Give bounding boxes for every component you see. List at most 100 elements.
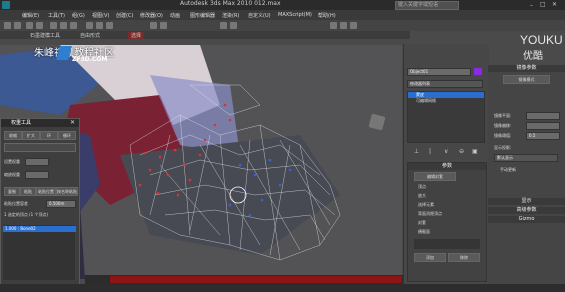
scale-icon[interactable] — [106, 22, 113, 29]
menu-item[interactable]: 帮助(H) — [318, 12, 336, 19]
app-logo-icon[interactable] — [2, 1, 10, 9]
scale-weight-field[interactable] — [25, 171, 49, 179]
select-icon[interactable] — [50, 22, 57, 29]
checkbox-select-element[interactable]: 选择元素 — [418, 202, 434, 208]
checkbox-grow[interactable]: 放大 — [418, 193, 426, 199]
redo-icon[interactable] — [14, 22, 21, 29]
remove-bone-button[interactable]: 移除 — [448, 253, 480, 262]
mirror-threshold-label: 镜像阈值: — [494, 133, 512, 138]
checkbox-cross-sections[interactable]: 横截面 — [418, 229, 430, 235]
dialog-close-icon[interactable]: ✕ — [70, 119, 75, 126]
menu-item[interactable]: 组(G) — [72, 12, 85, 19]
loop-button[interactable]: 循环 — [58, 131, 76, 140]
copy-button[interactable]: 复制 — [4, 187, 20, 196]
remove-modifier-icon[interactable]: ⊖ — [459, 148, 464, 155]
menu-item[interactable]: MAXScript(M) — [278, 12, 312, 18]
paste-by-name-button[interactable]: 按名称粘贴 — [56, 187, 78, 196]
close-icon[interactable]: ✕ — [552, 1, 557, 8]
configure-icon[interactable]: ▣ — [472, 148, 478, 155]
title-bar: Autodesk 3ds Max 2010 012.max 键入关键字或短语 –… — [0, 0, 565, 10]
youku-logo-cn: 优酷 — [523, 51, 543, 62]
undo-icon[interactable] — [4, 22, 11, 29]
mirror-offset-label: 镜像偏移: — [494, 123, 512, 128]
mirror-plane-label: 镜像平面: — [494, 113, 512, 118]
advanced-rollout[interactable]: 高级参数 — [488, 207, 565, 214]
menu-item[interactable]: 渲染(R) — [222, 12, 239, 19]
snap-icon[interactable] — [150, 22, 157, 29]
align-icon[interactable] — [230, 22, 237, 29]
selected-vertices-text: 1 选定的顶点 (1 个顶点) — [4, 212, 49, 217]
menu-item[interactable]: 修改器(O) — [140, 12, 163, 19]
show-end-result-icon[interactable]: | — [429, 148, 431, 155]
mirror-plane-field[interactable] — [526, 112, 560, 120]
youku-logo: YOUKU — [520, 33, 563, 47]
object-color-swatch[interactable] — [474, 68, 482, 75]
mirror-params-panel: 镜像参数 镜像模式 镜像平面: 镜像偏移: 镜像阈值: 0.5 显示投影: 默认… — [488, 65, 565, 284]
display-rollout[interactable]: 显示 — [488, 198, 565, 205]
add-bone-button[interactable]: 添加 — [414, 253, 446, 262]
modifier-list-dropdown[interactable]: 修改器列表 — [407, 80, 483, 88]
edit-envelopes-button[interactable]: 编辑封套 — [414, 172, 456, 181]
paste-pos-button[interactable]: 粘贴位置 — [36, 187, 56, 196]
menu-item[interactable]: 自定义(U) — [248, 12, 271, 19]
command-panel: Object01 修改器列表 蒙皮 可编辑网格 ⊥ | ∨ ⊖ ▣ 参数 编辑封… — [403, 44, 489, 284]
gizmo-rollout[interactable]: Gizmo — [488, 216, 565, 223]
bone-list[interactable] — [414, 239, 480, 249]
time-slider[interactable] — [110, 276, 402, 283]
checkbox-backface[interactable]: 背面消隐顶点 — [418, 211, 442, 217]
menu-item[interactable]: 工具(T) — [48, 12, 65, 19]
grow-button[interactable]: 扩大 — [22, 131, 40, 140]
window-title: Autodesk 3ds Max 2010 012.max — [180, 0, 281, 7]
set-weight-field[interactable] — [25, 158, 49, 166]
ring-button[interactable]: 环 — [40, 131, 58, 140]
paste-tolerance-field[interactable]: 0.500m — [46, 200, 76, 208]
tab-selection[interactable]: 选择 — [128, 32, 145, 39]
scale-weight-label: 缩放权重 — [4, 172, 20, 177]
rotate-icon[interactable] — [96, 22, 103, 29]
mirror-icon[interactable] — [220, 22, 227, 29]
bone-weight-list[interactable] — [3, 225, 75, 280]
shrink-button[interactable]: 收缩 — [4, 131, 22, 140]
render-setup-icon[interactable] — [340, 22, 347, 29]
checkbox-vertices[interactable]: 顶点 — [418, 184, 426, 190]
main-toolbar — [0, 20, 565, 31]
pin-stack-icon[interactable]: ⊥ — [414, 148, 419, 155]
mirror-threshold-field[interactable]: 0.5 — [526, 132, 560, 140]
tab-graphite[interactable]: 石墨建模工具 — [30, 32, 60, 39]
render-icon[interactable] — [350, 22, 357, 29]
params-title[interactable]: 参数 — [408, 163, 486, 170]
display-proj-dropdown[interactable]: 默认显示 — [494, 154, 558, 162]
dialog-title: 权重工具 — [1, 119, 79, 127]
checkbox-envelopes[interactable]: 封套 — [418, 220, 426, 226]
tab-freeform[interactable]: 自由形式 — [80, 32, 100, 39]
list-item[interactable]: 1.000 : Bone02 — [3, 226, 76, 232]
make-unique-icon[interactable]: ∨ — [444, 148, 448, 155]
paste-button[interactable]: 粘贴 — [20, 187, 36, 196]
modifier-stack[interactable]: 蒙皮 可编辑网格 — [407, 91, 485, 143]
menu-item[interactable]: 视图(V) — [92, 12, 109, 19]
maximize-icon[interactable]: □ — [540, 1, 546, 8]
display-proj-label: 显示投影: — [494, 145, 512, 150]
unlink-icon[interactable] — [36, 22, 43, 29]
params-rollout: 参数 编辑封套 顶点 放大 选择元素 背面消隐顶点 封套 横截面 添加 移除 — [407, 162, 487, 282]
mirror-mode-button[interactable]: 镜像模式 — [503, 75, 550, 84]
region-select-icon[interactable] — [70, 22, 77, 29]
search-input[interactable]: 键入关键字或短语 — [395, 1, 459, 10]
menu-item[interactable]: 图形编辑器 — [190, 12, 215, 19]
mirror-params-title[interactable]: 镜像参数 — [488, 65, 565, 72]
menu-item[interactable]: 创建(C) — [116, 12, 133, 19]
material-editor-icon[interactable] — [330, 22, 337, 29]
manual-update-checkbox[interactable]: 手动更新 — [500, 167, 516, 173]
mirror-offset-field[interactable] — [526, 122, 560, 130]
link-icon[interactable] — [26, 22, 33, 29]
move-icon[interactable] — [86, 22, 93, 29]
select-by-name-icon[interactable] — [60, 22, 67, 29]
angle-snap-icon[interactable] — [160, 22, 167, 29]
set-weight-label: 设置权重 — [4, 159, 20, 164]
stack-item-editable-mesh[interactable]: 可编辑网格 — [408, 98, 484, 104]
weight-preset-button[interactable] — [4, 143, 76, 152]
menu-item[interactable]: 编辑(E) — [22, 12, 39, 19]
minimize-icon[interactable]: – — [530, 2, 533, 9]
menu-item[interactable]: 动画 — [170, 12, 180, 19]
object-name-field[interactable]: Object01 — [407, 68, 471, 76]
